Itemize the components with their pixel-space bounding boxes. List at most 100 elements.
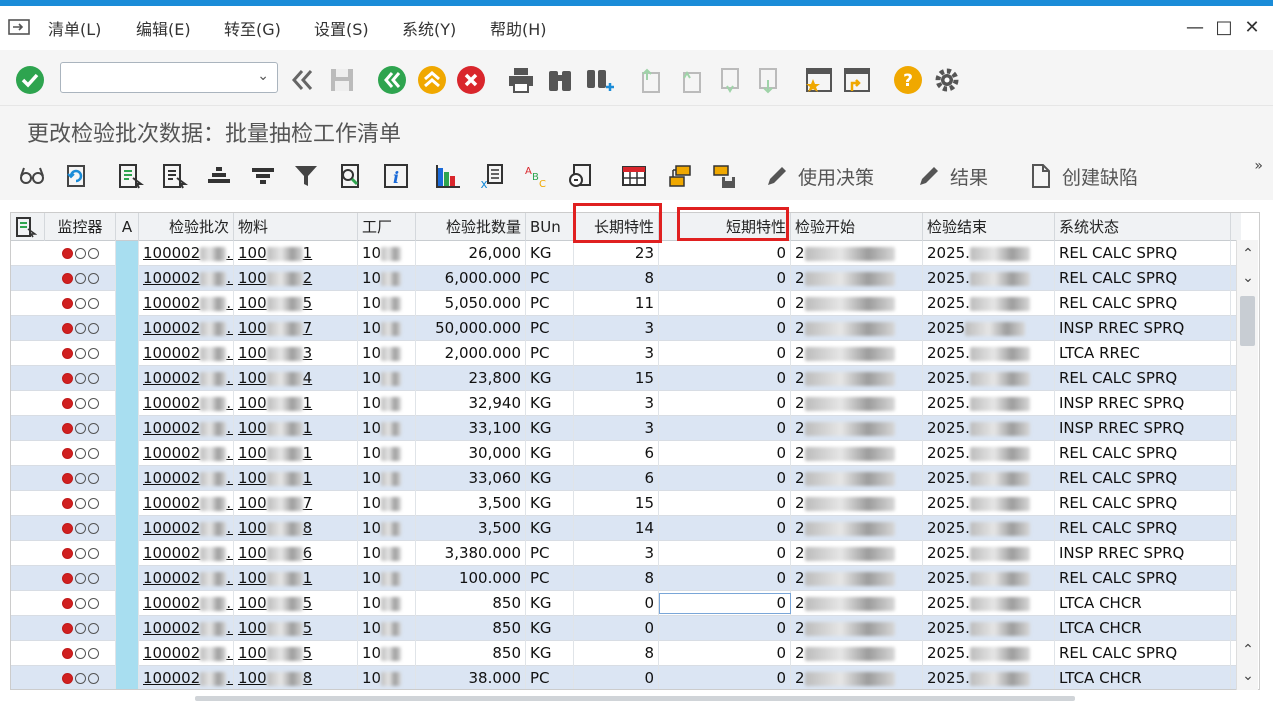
material-link[interactable]: 100 8 [234, 666, 358, 689]
short-term-char-cell[interactable]: 0 [659, 391, 791, 416]
prev-page-icon[interactable] [674, 64, 706, 96]
select-icon[interactable] [158, 160, 190, 192]
short-term-char-cell[interactable]: 0 [659, 316, 791, 341]
col-short-term-char[interactable]: 短期特性 [659, 213, 791, 241]
save-layout-icon[interactable] [708, 160, 740, 192]
col-lot-quantity[interactable]: 检验批数量 [416, 213, 526, 241]
short-term-char-cell[interactable]: 0 [659, 291, 791, 316]
menu-help[interactable]: 帮助(H) [490, 16, 547, 40]
vertical-scrollbar[interactable]: ⌃ ⌄ ⌃ ⌄ [1236, 240, 1258, 690]
material-link[interactable]: 100 5 [234, 641, 358, 666]
table-row[interactable]: 100002…1003102,000.000PC3022025.LTCA RRE… [11, 341, 1241, 366]
col-material[interactable]: 物料 [234, 213, 358, 241]
layout-icon[interactable] [618, 160, 650, 192]
table-row[interactable]: 100002 … 100 1 10 30,000KG602 2025. REL CALC SP… [11, 441, 1241, 466]
exit-icon[interactable] [416, 64, 448, 96]
abc-icon[interactable]: ABC [520, 160, 552, 192]
create-session-icon[interactable] [803, 64, 835, 96]
material-link[interactable]: 100 1 [234, 566, 358, 591]
material-link[interactable]: 100 5 [234, 291, 358, 316]
menu-settings[interactable]: 设置(S) [314, 16, 369, 40]
material-link[interactable]: 100 5 [234, 591, 358, 616]
inspection-lot-link[interactable]: 100002… [139, 316, 234, 341]
col-plant[interactable]: 工厂 [358, 213, 416, 241]
short-term-char-cell[interactable]: 0 [659, 366, 791, 391]
table-row[interactable]: 100002 … 100 1 10 32,940KG302 2025. INSP RREC S… [11, 391, 1241, 416]
col-bun[interactable]: BUn [526, 213, 574, 241]
command-field[interactable]: ⌄ [60, 62, 278, 93]
table-row[interactable]: 100002…100510850KG0022025.LTCA CHCR [11, 616, 1241, 641]
inspection-lot-link[interactable]: 100002… [139, 441, 234, 466]
material-link[interactable]: 100 7 [234, 491, 358, 516]
help-icon[interactable]: ? [892, 64, 924, 96]
sort-asc-icon[interactable] [203, 160, 235, 192]
inspection-lot-link[interactable]: 100002… [139, 516, 234, 541]
short-term-char-cell[interactable]: 0 [659, 516, 791, 541]
material-link[interactable]: 100 1 [234, 416, 358, 441]
scroll-page-up-icon[interactable]: ⌃ [1237, 640, 1259, 660]
short-term-char-cell[interactable]: 0 [659, 541, 791, 566]
menu-list[interactable]: 清单(L) [48, 16, 101, 40]
save-icon[interactable] [326, 64, 358, 96]
inspection-lot-link[interactable]: 100002… [139, 341, 234, 366]
short-term-char-cell[interactable]: 0 [659, 666, 791, 689]
inspection-lot-link[interactable]: 100002… [139, 366, 234, 391]
chart-icon[interactable] [432, 160, 464, 192]
short-term-char-cell[interactable]: 0 [659, 641, 791, 666]
maximize-button[interactable]: □ [1213, 18, 1235, 38]
inspection-lot-link[interactable]: 100002… [139, 391, 234, 416]
menu-system[interactable]: 系统(Y) [402, 16, 456, 40]
scroll-thumb[interactable] [1240, 296, 1255, 346]
excel-icon[interactable]: x [476, 160, 508, 192]
short-term-char-cell[interactable]: 0 [659, 241, 791, 266]
col-inspection-start[interactable]: 检验开始 [791, 213, 923, 241]
inspection-lot-link[interactable]: 100002… [139, 616, 234, 641]
material-link[interactable]: 100 1 [234, 391, 358, 416]
material-link[interactable]: 100 1 [234, 441, 358, 466]
table-row[interactable]: 100002 … 100 1 10 26,000KG2302 2025. REL CALC S… [11, 241, 1241, 266]
table-row[interactable]: 100002…100510850KG0022025.LTCA CHCR [11, 591, 1241, 616]
last-page-icon[interactable] [752, 64, 784, 96]
table-row[interactable]: 100002 … 100 1 10 33,100KG302 2025. INSP RREC S… [11, 416, 1241, 441]
menu-edit[interactable]: 编辑(E) [136, 16, 191, 40]
short-term-char-cell[interactable]: 0 [659, 341, 791, 366]
inspection-lot-link[interactable]: 100002… [139, 666, 234, 689]
table-row[interactable]: 100002…10081038.000PC0022025.LTCA CHCR [11, 666, 1241, 689]
inspection-lot-link[interactable]: 100002… [139, 266, 234, 291]
shortcut-icon[interactable] [841, 64, 873, 96]
results-button[interactable]: 结果 [916, 162, 988, 190]
scroll-page-down-icon[interactable]: ⌄ [1237, 666, 1259, 686]
material-link[interactable]: 100 1 [234, 466, 358, 491]
cancel-icon[interactable] [455, 64, 487, 96]
material-link[interactable]: 100 5 [234, 616, 358, 641]
short-term-char-cell[interactable]: 0 [659, 491, 791, 516]
col-monitor[interactable]: 监控器 [45, 213, 116, 241]
table-row[interactable]: 100002 … 100 1 10 100.000PC802 2025. REL CALC S… [11, 566, 1241, 591]
table-row[interactable]: 100002 … 100 7 10 50,000.000PC302 2025 INSP RRE… [11, 316, 1241, 341]
inspection-lot-link[interactable]: 100002… [139, 466, 234, 491]
short-term-char-cell[interactable]: 0 [659, 616, 791, 641]
material-link[interactable]: 100 4 [234, 366, 358, 391]
short-term-char-cell[interactable]: 0 [659, 416, 791, 441]
col-inspection-end[interactable]: 检验结束 [923, 213, 1055, 241]
table-row[interactable]: 100002 … 100 1 10 33,060KG602 2025. REL CALC SP… [11, 466, 1241, 491]
close-button[interactable]: ✕ [1241, 18, 1263, 38]
material-link[interactable]: 100 2 [234, 266, 358, 291]
enter-check-icon[interactable] [14, 64, 46, 96]
refresh-icon[interactable] [60, 160, 92, 192]
inspection-lot-link[interactable]: 100002… [139, 241, 234, 266]
table-row[interactable]: 100002 … 100 5 10 850KG802 2025. REL CALC SPRQ [11, 641, 1241, 666]
material-link[interactable]: 100 8 [234, 516, 358, 541]
short-term-char-cell[interactable]: 0 [659, 566, 791, 591]
material-link[interactable]: 100 7 [234, 316, 358, 341]
short-term-char-cell[interactable]: 0 [659, 441, 791, 466]
inspection-lot-link[interactable]: 100002… [139, 641, 234, 666]
short-term-char-cell[interactable]: 0 [659, 266, 791, 291]
minimize-button[interactable]: — [1184, 18, 1206, 38]
sort-desc-icon[interactable] [247, 160, 279, 192]
create-defect-button[interactable]: 创建缺陷 [1028, 162, 1138, 190]
table-row[interactable]: 100002 … 100 8 10 3,500KG1402 2025. REL CALC SP… [11, 516, 1241, 541]
col-inspection-lot[interactable]: 检验批次 [139, 213, 234, 241]
table-row[interactable]: 100002 … 100 5 10 5,050.000PC1102 2025. REL CAL… [11, 291, 1241, 316]
col-long-term-char[interactable]: 长期特性 [574, 213, 659, 241]
